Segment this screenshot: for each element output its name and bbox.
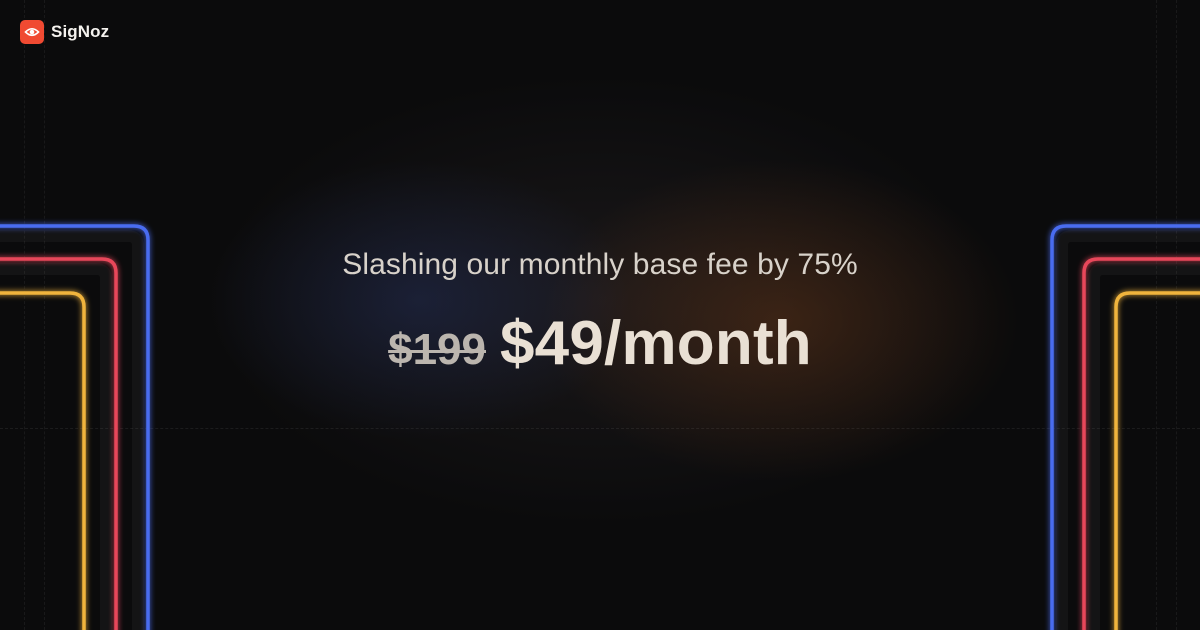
headline: Slashing our monthly base fee by 75% (342, 248, 858, 281)
right-frame-blue (1050, 224, 1200, 630)
brand-name: SigNoz (51, 22, 110, 41)
old-price: $199 (388, 325, 486, 374)
left-frame-blue (0, 224, 150, 630)
new-price: $49/month (500, 309, 812, 378)
price-row: $199 $49/month (0, 308, 1200, 379)
eye-icon (20, 20, 44, 44)
brand-logo-lockup[interactable]: SigNoz (20, 20, 109, 44)
banner-canvas: SigNoz Slashing our monthly base fee by … (0, 0, 1200, 630)
